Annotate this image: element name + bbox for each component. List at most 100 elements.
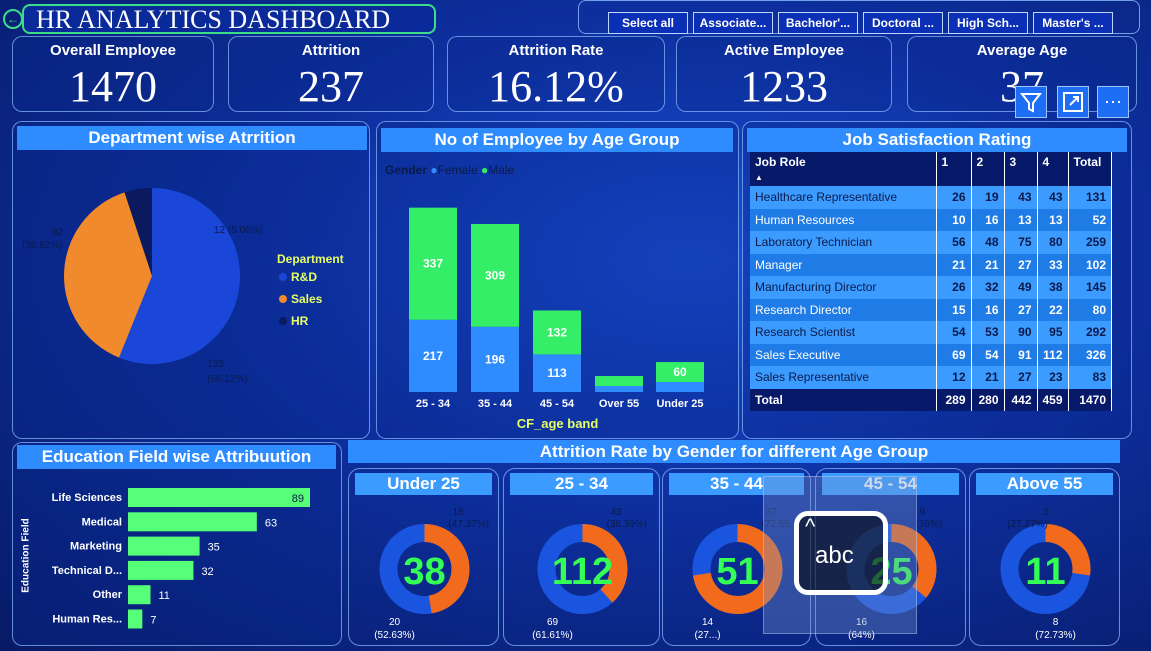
cell-value: 131 bbox=[1068, 186, 1113, 209]
donut-bottom-value: 20 bbox=[389, 617, 401, 628]
slicer-select-all-button[interactable]: Select all bbox=[608, 12, 688, 34]
table-row[interactable]: Research Scientist 54 53 90 95 292 bbox=[750, 321, 1113, 344]
edu-bar[interactable] bbox=[128, 585, 151, 605]
gender-age-title: Attrition Rate by Gender for different A… bbox=[348, 440, 1120, 463]
edu-bar[interactable] bbox=[128, 536, 200, 556]
cell-job-role: Research Scientist bbox=[750, 321, 937, 344]
edu-tick-label: Human Res... bbox=[52, 614, 122, 626]
edu-tick-label: Medical bbox=[82, 516, 122, 528]
table-row[interactable]: Manufacturing Director 26 32 49 38 145 bbox=[750, 276, 1113, 299]
cell-value: 69 bbox=[936, 343, 972, 366]
kpi-attrition-rate: Attrition Rate 16.12% bbox=[447, 36, 665, 112]
age-bar-female[interactable] bbox=[595, 386, 643, 392]
pie-label-sales-value: 92 bbox=[52, 227, 64, 238]
donut-chart: 38 18(47.37%) 20 (52.63%) bbox=[374, 507, 490, 641]
col-header-2[interactable]: 2 bbox=[971, 152, 1005, 186]
edu-tick-label: Other bbox=[93, 589, 123, 601]
cell-value: 54 bbox=[936, 321, 972, 344]
donut-card-title: 25 - 34 bbox=[510, 473, 653, 495]
edu-title: Education Field wise Attribuution bbox=[17, 445, 336, 469]
back-arrow-icon[interactable]: ← bbox=[3, 9, 23, 29]
edu-bar[interactable] bbox=[128, 512, 257, 532]
edu-bar[interactable] bbox=[128, 488, 310, 507]
cell-value: 48 bbox=[971, 231, 1005, 254]
slicer-bachelor-button[interactable]: Bachelor'... bbox=[778, 12, 858, 34]
slicer-master-button[interactable]: Master's ... bbox=[1033, 12, 1113, 34]
slicer-associate-button[interactable]: Associate... bbox=[693, 12, 773, 34]
table-row[interactable]: Sales Executive 69 54 91 112 326 bbox=[750, 343, 1113, 366]
age-xaxis-label: CF_age band bbox=[516, 416, 599, 431]
cell-value: 33 bbox=[1037, 253, 1069, 276]
cell-job-role: Healthcare Representative bbox=[750, 186, 937, 209]
table-row[interactable]: Laboratory Technician 56 48 75 80 259 bbox=[750, 231, 1113, 254]
donut-top-value: 43 bbox=[611, 507, 623, 518]
edu-value-label: 11 bbox=[158, 590, 169, 602]
cell-job-role: Sales Executive bbox=[750, 343, 937, 366]
age-bar-label: 217 bbox=[423, 349, 443, 363]
cell-value: 27 bbox=[1004, 253, 1038, 276]
kpi-value: 237 bbox=[298, 62, 364, 111]
table-row[interactable]: Sales Representative 12 21 27 23 83 bbox=[750, 366, 1113, 389]
edu-bar[interactable] bbox=[128, 560, 194, 580]
cell-value: 43 bbox=[1004, 186, 1038, 209]
focus-mode-icon[interactable] bbox=[1057, 86, 1089, 118]
slicer-high-school-button[interactable]: High Sch... bbox=[948, 12, 1028, 34]
job-satisfaction-table: Job Role ▲ 1 2 3 4 Total Healthcare Repre… bbox=[750, 152, 1113, 411]
age-bar-female[interactable] bbox=[656, 382, 704, 392]
cell-value: 49 bbox=[1004, 276, 1038, 299]
chevron-up-icon: ^ bbox=[805, 514, 816, 539]
cell-value: 21 bbox=[971, 253, 1005, 276]
cell-value: 75 bbox=[1004, 231, 1038, 254]
legend-marker bbox=[279, 273, 287, 281]
donut-chart: 11 3(27.27%) 8 (72.73%) bbox=[1000, 507, 1091, 641]
edu-value-label: 35 bbox=[208, 542, 220, 554]
table-row[interactable]: Healthcare Representative 26 19 43 43 131 bbox=[750, 186, 1113, 209]
table-row[interactable]: Manager 21 21 27 33 102 bbox=[750, 253, 1113, 276]
donut-center-value: 11 bbox=[1025, 551, 1065, 593]
donut-bottom-pct: (27...) bbox=[694, 630, 720, 641]
cell-value: 326 bbox=[1068, 343, 1113, 366]
cell-value: 21 bbox=[936, 253, 972, 276]
table-row[interactable]: Human Resources 10 16 13 13 52 bbox=[750, 208, 1113, 231]
education-slicer: Select all Associate... Bachelor'... Doc… bbox=[578, 0, 1140, 34]
sort-asc-icon: ▲ bbox=[755, 173, 763, 182]
cell-value: 26 bbox=[936, 186, 972, 209]
donut-top-pct: (47.37%) bbox=[449, 519, 490, 530]
cell-value: 23 bbox=[1037, 366, 1069, 389]
cell-value: 112 bbox=[1037, 343, 1069, 366]
col-header-job-role[interactable]: Job Role ▲ bbox=[750, 152, 937, 186]
legend-marker bbox=[279, 317, 287, 325]
pie-label-rd-pct: (56.12%) bbox=[207, 374, 248, 385]
filter-icon[interactable] bbox=[1015, 86, 1047, 118]
pie-legend-title: Department bbox=[277, 252, 344, 266]
age-bar-label: 309 bbox=[485, 268, 505, 282]
cell-job-role: Manufacturing Director bbox=[750, 276, 937, 299]
more-options-icon[interactable]: ⋯ bbox=[1097, 86, 1129, 118]
edu-bar[interactable] bbox=[128, 609, 143, 629]
age-bar-male[interactable] bbox=[595, 376, 643, 387]
donut-card: 25 - 34 112 43 (38.39%) 69 (61.61%) bbox=[503, 468, 660, 646]
edu-tick-label: Technical D... bbox=[52, 565, 122, 577]
age-bar-label: 60 bbox=[673, 365, 687, 379]
kpi-label: Attrition bbox=[301, 42, 361, 59]
col-header-1[interactable]: 1 bbox=[936, 152, 972, 186]
legend-label: R&D bbox=[291, 270, 317, 284]
donut-card-title: Under 25 bbox=[355, 473, 492, 495]
cell-value: 80 bbox=[1068, 298, 1113, 321]
slicer-doctoral-button[interactable]: Doctoral ... bbox=[863, 12, 943, 34]
donut-top-value: 18 bbox=[453, 507, 465, 518]
cell-value: 95 bbox=[1037, 321, 1069, 344]
donut-top-value: 3 bbox=[1043, 507, 1049, 518]
edu-value-label: 32 bbox=[201, 566, 213, 578]
donut-card-title: Above 55 bbox=[976, 473, 1113, 495]
donut-chart: 112 43(38.39%) 69 (61.61%) bbox=[532, 507, 648, 641]
col-header-total[interactable]: Total bbox=[1068, 152, 1113, 186]
col-header-4[interactable]: 4 bbox=[1037, 152, 1069, 186]
age-group-bar-chart: 217 337 25 - 34 196 309 35 - 44 113 132 45 - 54 O… bbox=[409, 207, 704, 410]
donut-top-pct: (38.39%) bbox=[607, 519, 648, 530]
keyboard-toggle-button[interactable]: ^ abc bbox=[794, 511, 888, 595]
cell-value: 38 bbox=[1037, 276, 1069, 299]
table-row[interactable]: Research Director 15 16 27 22 80 bbox=[750, 298, 1113, 321]
cell-value: 102 bbox=[1068, 253, 1113, 276]
col-header-3[interactable]: 3 bbox=[1004, 152, 1038, 186]
